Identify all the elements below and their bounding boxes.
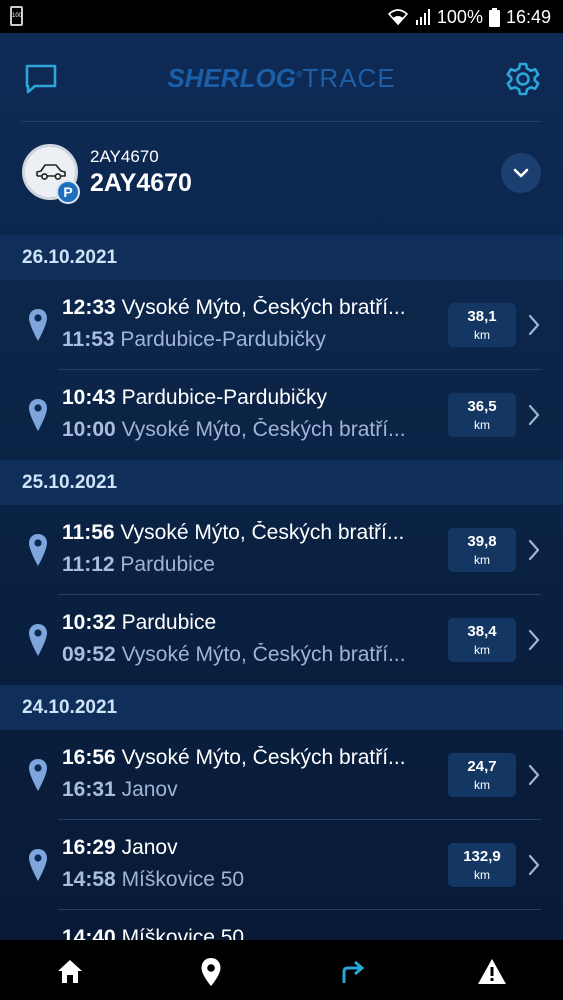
location-pin-icon	[29, 624, 47, 656]
location-pin-icon	[29, 759, 47, 791]
nav-alerts[interactable]	[476, 956, 508, 988]
trip-row-partial[interactable]: 14:40 Míškovice 50	[0, 910, 563, 940]
trip-start: 09:52 Vysoké Mýto, Českých bratří...	[62, 643, 406, 666]
trip-end: 12:33 Vysoké Mýto, Českých bratří...	[62, 296, 406, 319]
vehicle-plate-small: 2AY4670	[90, 147, 159, 166]
signal-icon	[415, 9, 430, 25]
status-icons: 100% 16:49	[387, 6, 551, 28]
vehicle-plate-title: 2AY4670	[90, 169, 192, 197]
wifi-icon	[387, 9, 409, 26]
chevron-right-icon	[528, 764, 540, 786]
trip-start: 10:00 Vysoké Mýto, Českých bratří...	[62, 418, 406, 441]
nav-home[interactable]	[54, 956, 86, 988]
chevron-right-icon	[528, 629, 540, 651]
nav-trips[interactable]	[336, 956, 368, 988]
trip-start: 11:12 Pardubice	[62, 553, 215, 576]
home-icon	[58, 960, 82, 983]
trip-start: 16:31 Janov	[62, 778, 178, 801]
app-logo: SHERLOG®TRACE	[167, 63, 396, 93]
location-pin-icon	[29, 849, 47, 881]
trip-distance-badge: 39,8 km	[448, 528, 516, 572]
chevron-right-icon	[528, 404, 540, 426]
trip-end: 11:56 Vysoké Mýto, Českých bratří...	[62, 521, 405, 544]
trip-distance-badge: 24,7 km	[448, 753, 516, 797]
trips-arrow-icon	[342, 960, 365, 983]
date-header: 25.10.2021	[0, 460, 563, 505]
parking-badge: P	[56, 180, 80, 204]
top-bar: SHERLOG®TRACE	[0, 33, 563, 123]
vehicle-selector[interactable]: P 2AY4670 2AY4670	[0, 123, 563, 235]
trip-row[interactable]: 16:56 Vysoké Mýto, Českých bratří... 16:…	[0, 730, 563, 820]
nav-map[interactable]	[195, 956, 227, 988]
location-pin-icon	[29, 399, 47, 431]
trip-row[interactable]: 12:33 Vysoké Mýto, Českých bratří... 11:…	[0, 280, 563, 370]
trip-end: 16:56 Vysoké Mýto, Českých bratří...	[62, 746, 406, 769]
location-pin-icon	[29, 309, 47, 341]
gear-icon	[506, 62, 540, 96]
trip-end: 16:29 Janov	[62, 836, 178, 859]
app-content: SHERLOG®TRACE P 2AY4670 2AY4670 26.10.20…	[0, 33, 563, 940]
date-header: 26.10.2021	[0, 235, 563, 280]
chevron-right-icon	[528, 539, 540, 561]
trip-start: 14:58 Míškovice 50	[62, 868, 245, 891]
date-header: 24.10.2021	[0, 685, 563, 730]
car-icon	[36, 164, 66, 180]
header-divider	[22, 121, 541, 122]
trip-end: 14:40 Míškovice 50	[62, 926, 245, 940]
vehicle-dropdown-button[interactable]	[501, 153, 541, 193]
settings-button[interactable]	[505, 61, 541, 97]
battery-icon	[488, 7, 500, 27]
trip-row[interactable]: 10:43 Pardubice-Pardubičky 10:00 Vysoké …	[0, 370, 563, 460]
chevron-right-icon	[528, 854, 540, 876]
trip-distance-badge: 132,9 km	[448, 843, 516, 887]
battery-saver-icon: 100	[10, 6, 23, 26]
trip-distance-badge: 38,1 km	[448, 303, 516, 347]
status-bar: 100 100% 16:49	[0, 0, 563, 33]
trip-distance-badge: 36,5 km	[448, 393, 516, 437]
trip-start: 11:53 Pardubice-Pardubičky	[62, 328, 326, 351]
warning-icon	[478, 959, 506, 984]
location-pin-icon	[201, 958, 221, 986]
chevron-right-icon	[528, 314, 540, 336]
battery-percent: 100%	[436, 6, 483, 27]
trip-distance-badge: 38,4 km	[448, 618, 516, 662]
trip-list[interactable]: 26.10.2021 12:33 Vysoké Mýto, Českých br…	[0, 235, 563, 940]
trip-row[interactable]: 10:32 Pardubice 09:52 Vysoké Mýto, Český…	[0, 595, 563, 685]
bottom-navigation	[0, 940, 563, 1000]
chevron-down-icon	[513, 168, 529, 178]
clock: 16:49	[505, 6, 551, 27]
trip-end: 10:43 Pardubice-Pardubičky	[62, 386, 327, 409]
trip-row[interactable]: 11:56 Vysoké Mýto, Českých bratří... 11:…	[0, 505, 563, 595]
location-pin-icon	[29, 534, 47, 566]
trip-row[interactable]: 16:29 Janov 14:58 Míškovice 50 132,9 km	[0, 820, 563, 910]
trip-end: 10:32 Pardubice	[62, 611, 217, 634]
